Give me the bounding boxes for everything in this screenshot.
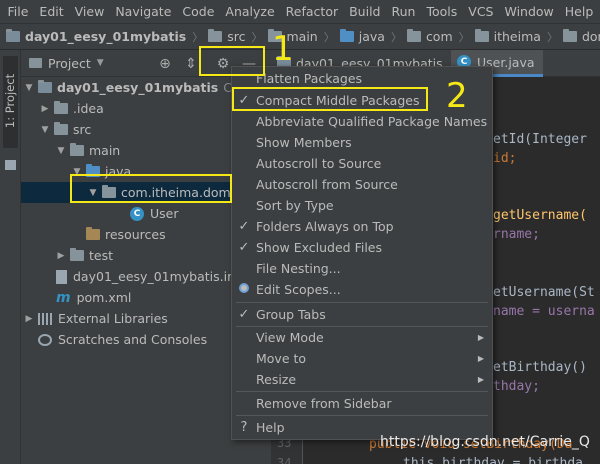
- menu-separator: [236, 302, 488, 303]
- menu-separator: [236, 391, 488, 392]
- source-folder-icon: [339, 29, 354, 42]
- resources-folder-icon: [86, 227, 100, 240]
- annotation-number-1: 1: [272, 29, 294, 69]
- menu-item-view-mode[interactable]: View Mode ▶: [232, 327, 492, 348]
- folder-icon: [54, 122, 68, 135]
- menu-refactor[interactable]: Refactor: [280, 4, 343, 19]
- code-line: id;: [493, 151, 517, 166]
- code-line: etId(Integer: [493, 132, 587, 147]
- module-folder-icon: [38, 80, 52, 93]
- highlight-box-package: [70, 174, 232, 203]
- expand-arrow-icon[interactable]: ▼: [23, 83, 35, 93]
- folder-icon: [6, 29, 20, 42]
- collapse-all-icon[interactable]: ⇕: [181, 54, 201, 74]
- menu-navigate[interactable]: Navigate: [110, 4, 177, 19]
- menu-vcs[interactable]: VCS: [463, 4, 499, 19]
- menu-item-move-to[interactable]: Move to ▶: [232, 348, 492, 369]
- breadcrumb-item-java[interactable]: java 〉: [339, 29, 407, 45]
- menu-item-autoscroll-to-source[interactable]: Autoscroll to Source: [232, 153, 492, 174]
- code-line: getUsername(: [493, 208, 587, 223]
- menu-item-remove-from-sidebar[interactable]: Remove from Sidebar: [232, 393, 492, 414]
- collapse-arrow-icon[interactable]: ▶: [23, 314, 35, 324]
- menu-item-sort-by-type[interactable]: Sort by Type: [232, 195, 492, 216]
- code-line: name = userna: [493, 304, 595, 319]
- help-icon: ?: [240, 420, 248, 435]
- breadcrumb-item-src[interactable]: src 〉: [208, 29, 267, 45]
- chevron-right-icon: 〉: [458, 30, 470, 44]
- menu-item-group-tabs[interactable]: ✓ Group Tabs: [232, 304, 492, 325]
- code-line: etBirthday(): [493, 360, 587, 375]
- chevron-right-icon: 〉: [192, 30, 204, 44]
- folder-icon: [54, 101, 68, 114]
- highlight-box-compact-packages: [232, 87, 428, 111]
- menu-run[interactable]: Run: [386, 4, 421, 19]
- menu-edit[interactable]: Edit: [34, 4, 69, 19]
- menu-bar: File Edit View Navigate Code Analyze Ref…: [0, 0, 600, 24]
- line-number: 34: [277, 456, 292, 464]
- project-options-menu: Flatten Packages ✓ Compact Middle Package…: [231, 66, 493, 440]
- structure-icon[interactable]: [5, 160, 16, 170]
- menu-window[interactable]: Window: [499, 4, 559, 19]
- scratches-icon: [38, 333, 52, 346]
- class-icon: C: [130, 206, 144, 221]
- menu-item-show-members[interactable]: Show Members: [232, 132, 492, 153]
- chevron-right-icon: 〉: [251, 30, 263, 44]
- annotation-number-2: 2: [446, 76, 468, 116]
- chevron-right-icon: 〉: [323, 30, 335, 44]
- menu-tools[interactable]: Tools: [421, 4, 463, 19]
- menu-item-edit-scopes[interactable]: Edit Scopes...: [232, 279, 492, 300]
- code-line: etUsername(St: [493, 285, 595, 300]
- menu-view[interactable]: View: [69, 4, 110, 19]
- code-line: this.birthday = birthda: [403, 456, 584, 464]
- menu-file[interactable]: File: [2, 4, 34, 19]
- menu-code[interactable]: Code: [177, 4, 220, 19]
- submenu-arrow-icon: ▶: [477, 333, 484, 342]
- radio-icon: [232, 282, 256, 297]
- highlight-box-gear: [199, 46, 265, 76]
- folder-icon: [70, 248, 84, 261]
- breadcrumb-item-domain[interactable]: domain: [562, 29, 600, 44]
- code-line: thday;: [493, 379, 540, 394]
- expand-arrow-icon[interactable]: ▼: [55, 146, 67, 156]
- menu-item-show-excluded-files[interactable]: ✓ Show Excluded Files: [232, 237, 492, 258]
- check-icon: ✓: [238, 240, 250, 255]
- menu-item-autoscroll-from-source[interactable]: Autoscroll from Source: [232, 174, 492, 195]
- check-icon: ✓: [238, 219, 250, 234]
- project-view-selector[interactable]: Project: [48, 56, 91, 71]
- check-icon: ✓: [238, 307, 250, 322]
- breadcrumb: day01_eesy_01mybatis 〉 src 〉 main 〉 java 〉 c…: [0, 24, 600, 50]
- file-icon: [56, 269, 67, 284]
- library-icon: [38, 312, 52, 325]
- project-icon: [29, 58, 42, 68]
- code-line: rname;: [493, 227, 540, 242]
- breadcrumb-item-com[interactable]: com 〉: [406, 29, 475, 45]
- breadcrumb-item-itheima[interactable]: itheima 〉: [474, 29, 563, 45]
- folder-icon: [208, 29, 223, 42]
- breadcrumb-item-project[interactable]: day01_eesy_01mybatis 〉: [6, 29, 208, 45]
- menu-item-file-nesting[interactable]: File Nesting...: [232, 258, 492, 279]
- menu-build[interactable]: Build: [344, 4, 386, 19]
- chevron-right-icon: 〉: [390, 30, 402, 44]
- expand-arrow-icon[interactable]: ▼: [39, 125, 51, 135]
- menu-item-folders-on-top[interactable]: ✓ Folders Always on Top: [232, 216, 492, 237]
- chevron-down-icon[interactable]: ▼: [97, 58, 104, 68]
- folder-icon: [70, 143, 84, 156]
- folder-icon: [406, 29, 421, 42]
- project-tool-tab[interactable]: 1: Project: [3, 56, 18, 148]
- collapse-arrow-icon[interactable]: ▶: [39, 104, 51, 114]
- chevron-right-icon: 〉: [546, 30, 558, 44]
- tool-window-strip: 1: Project: [0, 50, 21, 464]
- menu-help[interactable]: Help: [559, 4, 599, 19]
- watermark: https://blog.csdn.net/Carrie_Q: [380, 434, 590, 450]
- folder-icon: [474, 29, 489, 42]
- maven-icon: m: [56, 289, 71, 306]
- folder-icon: [562, 29, 577, 42]
- menu-item-resize[interactable]: Resize ▶: [232, 369, 492, 390]
- locate-icon[interactable]: ⊕: [155, 54, 175, 74]
- menu-analyze[interactable]: Analyze: [220, 4, 280, 19]
- submenu-arrow-icon: ▶: [477, 375, 484, 384]
- submenu-arrow-icon: ▶: [477, 354, 484, 363]
- collapse-arrow-icon[interactable]: ▶: [55, 251, 67, 261]
- menu-separator: [236, 415, 488, 416]
